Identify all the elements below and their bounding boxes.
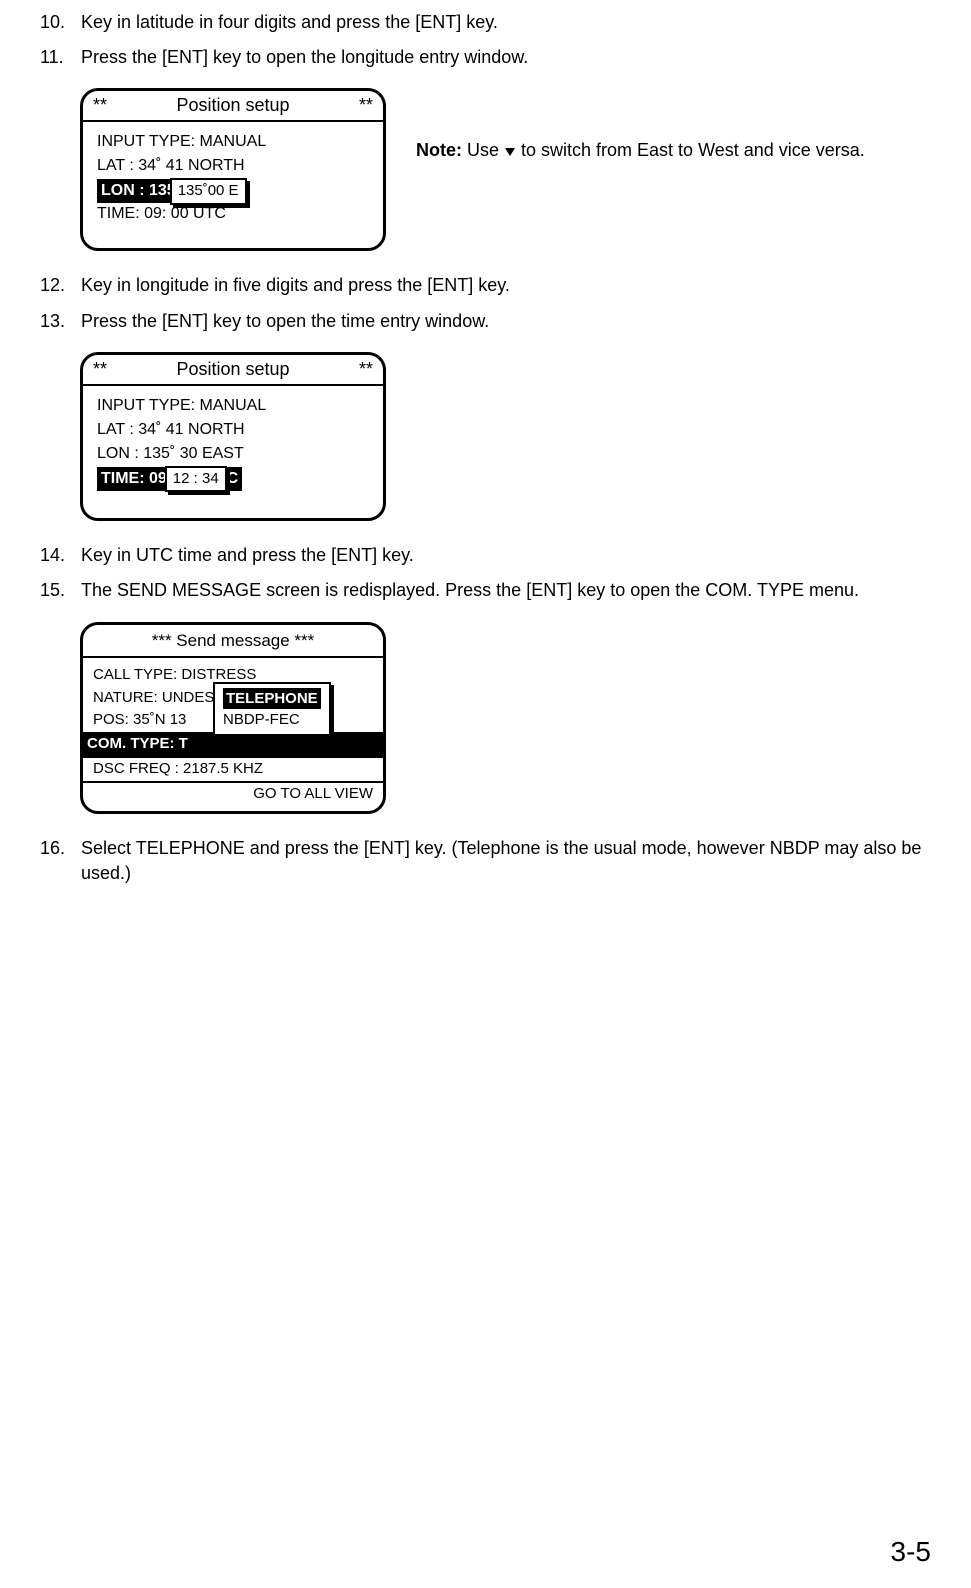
lon-line: LON : 135˚ 30 EAST bbox=[97, 442, 369, 466]
title-stars-left: ** bbox=[93, 359, 107, 380]
time-entry-popup: 12 : 34 bbox=[165, 466, 227, 493]
step-16: 16. Select TELEPHONE and press the [ENT]… bbox=[40, 836, 941, 886]
step-11: 11. Press the [ENT] key to open the long… bbox=[40, 45, 941, 70]
step-text: Key in UTC time and press the [ENT] key. bbox=[81, 543, 941, 568]
step-text: Press the [ENT] key to open the longitud… bbox=[81, 45, 941, 70]
screen-title: ** Position setup ** bbox=[83, 91, 383, 122]
note-text-before: Use bbox=[462, 140, 504, 160]
step-number: 12. bbox=[40, 273, 76, 298]
step-number: 13. bbox=[40, 309, 76, 334]
step-number: 11. bbox=[40, 45, 76, 70]
step-14: 14. Key in UTC time and press the [ENT] … bbox=[40, 543, 941, 568]
step-number: 16. bbox=[40, 836, 76, 861]
time-line: TIME: 09: 00 UTC bbox=[97, 202, 226, 226]
lon-entry-popup: 135˚00 E bbox=[170, 178, 247, 205]
lon-highlight: LON : 135 bbox=[97, 179, 180, 203]
position-setup-screen-1: ** Position setup ** INPUT TYPE: MANUAL … bbox=[80, 88, 386, 251]
step-12: 12. Key in longitude in five digits and … bbox=[40, 273, 941, 298]
title-text: Position setup bbox=[176, 359, 289, 380]
step-text: Key in latitude in four digits and press… bbox=[81, 10, 941, 35]
input-type-line: INPUT TYPE: MANUAL bbox=[97, 394, 369, 418]
page-number: 3-5 bbox=[891, 1536, 931, 1568]
triangle-down-icon bbox=[504, 141, 516, 162]
title-stars-right: ** bbox=[359, 359, 373, 380]
figure-row-2: ** Position setup ** INPUT TYPE: MANUAL … bbox=[80, 352, 941, 522]
step-10: 10. Key in latitude in four digits and p… bbox=[40, 10, 941, 35]
dsc-freq-line: DSC FREQ : 2187.5 KHZ bbox=[93, 758, 373, 781]
screen-title: ** Position setup ** bbox=[83, 355, 383, 386]
step-13: 13. Press the [ENT] key to open the time… bbox=[40, 309, 941, 334]
step-15: 15. The SEND MESSAGE screen is redisplay… bbox=[40, 578, 941, 603]
step-number: 10. bbox=[40, 10, 76, 35]
time-highlight: TIME: 09 bbox=[97, 467, 171, 491]
step-number: 14. bbox=[40, 543, 76, 568]
title-stars-right: ** bbox=[359, 95, 373, 116]
step-text: Key in longitude in five digits and pres… bbox=[81, 273, 941, 298]
screen-title: *** Send message *** bbox=[83, 625, 383, 659]
title-text: Position setup bbox=[176, 95, 289, 116]
lat-line: LAT : 34˚ 41 NORTH bbox=[97, 154, 369, 178]
title-stars-left: ** bbox=[93, 95, 107, 116]
note-label: Note: bbox=[416, 140, 462, 160]
lat-line: LAT : 34˚ 41 NORTH bbox=[97, 418, 369, 442]
step-number: 15. bbox=[40, 578, 76, 603]
position-setup-screen-2: ** Position setup ** INPUT TYPE: MANUAL … bbox=[80, 352, 386, 522]
popup-option-telephone: TELEPHONE bbox=[223, 688, 321, 709]
send-message-screen: *** Send message *** CALL TYPE: DISTRESS… bbox=[80, 622, 386, 815]
figure-row-1: ** Position setup ** INPUT TYPE: MANUAL … bbox=[80, 88, 941, 251]
note-text-after: to switch from East to West and vice ver… bbox=[516, 140, 865, 160]
note-1: Note: Use to switch from East to West an… bbox=[416, 140, 865, 162]
step-text: Press the [ENT] key to open the time ent… bbox=[81, 309, 941, 334]
goto-all-view: GO TO ALL VIEW bbox=[93, 783, 373, 806]
com-type-popup: TELEPHONE NBDP-FEC bbox=[213, 682, 331, 736]
step-text: Select TELEPHONE and press the [ENT] key… bbox=[81, 836, 941, 886]
popup-option-nbdp: NBDP-FEC bbox=[223, 711, 300, 728]
step-text: The SEND MESSAGE screen is redisplayed. … bbox=[81, 578, 941, 603]
input-type-line: INPUT TYPE: MANUAL bbox=[97, 130, 369, 154]
